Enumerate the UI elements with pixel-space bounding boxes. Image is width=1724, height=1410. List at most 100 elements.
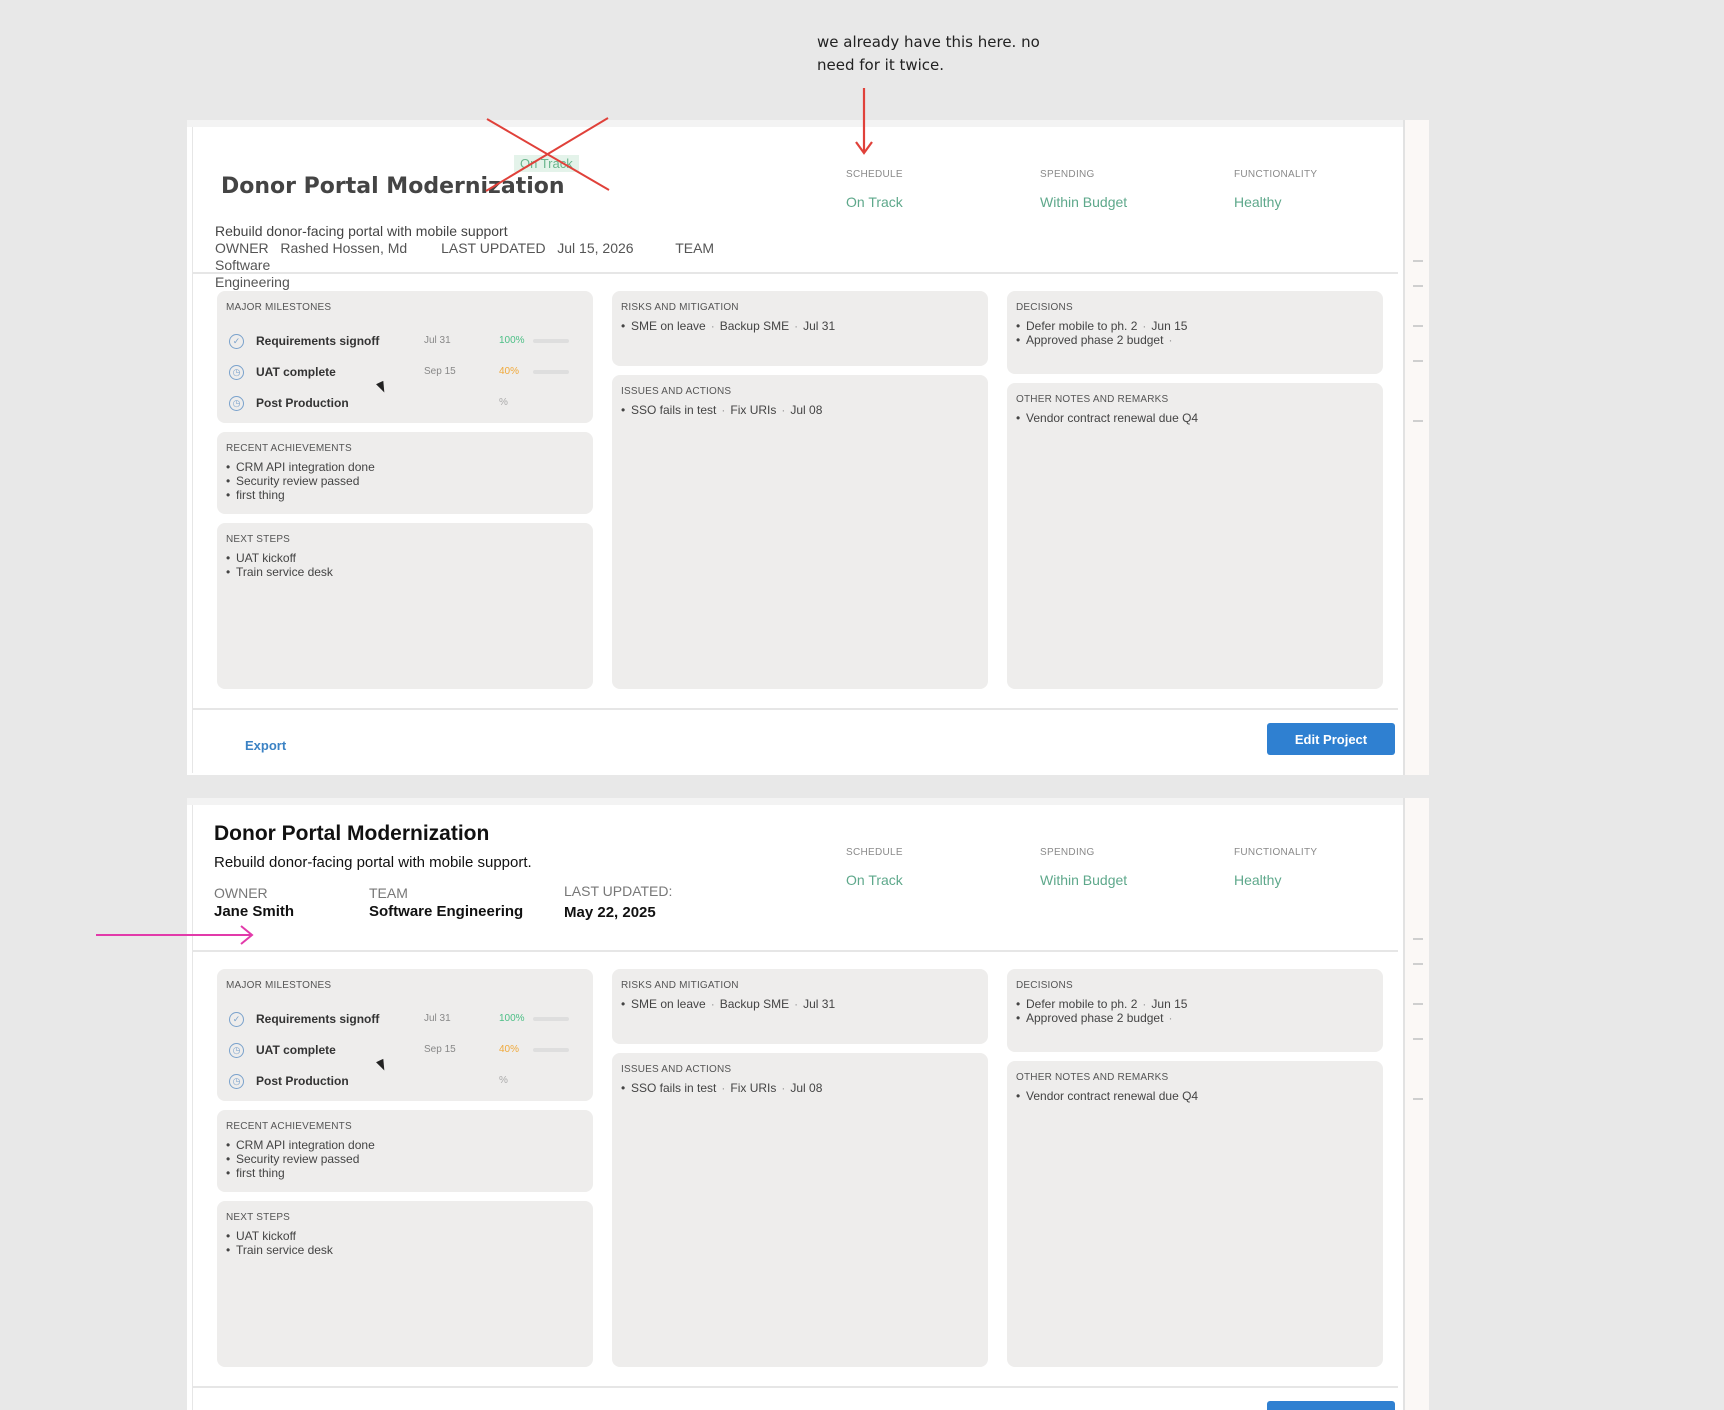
risk-date: Jul 31 (803, 319, 836, 333)
list-item: Approved phase 2 budget· (1016, 333, 1187, 347)
last-updated-field: LAST UPDATED: May 22, 2025 (564, 883, 672, 921)
milestone-date: Sep 15 (424, 366, 456, 377)
issues-panel: ISSUES AND ACTIONS SSO fails in test·Fix… (612, 375, 988, 689)
functionality-label: FUNCTIONALITY (1234, 169, 1318, 180)
milestone-row[interactable]: ◷ Post Production % (229, 1073, 589, 1091)
notes-title: OTHER NOTES AND REMARKS (1016, 394, 1169, 405)
issue-action: Fix URIs (730, 403, 777, 417)
list-item: first thing (226, 488, 375, 502)
decision-date: Jun 15 (1151, 319, 1188, 333)
next-steps-title: NEXT STEPS (226, 1212, 291, 1223)
milestone-percent: 100% (499, 1013, 525, 1024)
schedule-value: On Track (846, 872, 903, 888)
clock-icon: ◷ (229, 396, 244, 411)
spending-status: SPENDING Within Budget (1040, 847, 1127, 888)
team-field: TEAM Software Engineering (369, 885, 523, 920)
functionality-value: Healthy (1234, 194, 1282, 210)
milestone-row[interactable]: ◷ UAT complete Sep 15 40% (229, 364, 589, 382)
team-value: Software (215, 257, 271, 273)
owner-value: Jane Smith (214, 903, 295, 920)
notes-panel: OTHER NOTES AND REMARKS Vendor contract … (1007, 1061, 1383, 1367)
milestone-row[interactable]: ◷ UAT complete Sep 15 40% (229, 1042, 589, 1060)
milestone-percent: % (499, 397, 508, 408)
milestones-panel: MAJOR MILESTONES ✓ Requirements signoff … (217, 969, 593, 1101)
spending-value: Within Budget (1040, 194, 1128, 210)
decisions-title: DECISIONS (1016, 302, 1073, 313)
schedule-label: SCHEDULE (846, 847, 903, 858)
milestone-name: UAT complete (256, 365, 336, 379)
list-item: SSO fails in test·Fix URIs·Jul 08 (621, 1081, 822, 1095)
annotation-note-line1: we already have this here. no (817, 33, 1040, 51)
schedule-value: On Track (846, 194, 903, 210)
issue-text: SSO fails in test (631, 1081, 717, 1095)
list-item: Vendor contract renewal due Q4 (1016, 411, 1198, 425)
decisions-title: DECISIONS (1016, 980, 1073, 991)
side-panel-strip (1403, 798, 1429, 1410)
milestone-row[interactable]: ✓ Requirements signoff Jul 31 100% (229, 1011, 589, 1029)
risks-panel: RISKS AND MITIGATION SME on leave·Backup… (612, 291, 988, 366)
list-item: Defer mobile to ph. 2·Jun 15 (1016, 997, 1187, 1011)
last-updated-label: LAST UPDATED (441, 240, 546, 256)
list-item: Security review passed (226, 474, 375, 488)
risk-mitigation: Backup SME (719, 319, 790, 333)
decision-text: Defer mobile to ph. 2 (1026, 319, 1138, 333)
project-title: Donor Portal Modernization (214, 822, 490, 845)
list-item: Defer mobile to ph. 2·Jun 15 (1016, 319, 1187, 333)
achievements-panel: RECENT ACHIEVEMENTS CRM API integration … (217, 1110, 593, 1192)
issues-panel: ISSUES AND ACTIONS SSO fails in test·Fix… (612, 1053, 988, 1367)
project-title: Donor Portal Modernization (221, 174, 565, 199)
owner-field: OWNER Jane Smith (214, 885, 294, 920)
achievements-list: CRM API integration done Security review… (226, 460, 375, 502)
owner-label: OWNER (214, 885, 268, 901)
spending-status: SPENDING Within Budget (1040, 169, 1127, 210)
milestones-title: MAJOR MILESTONES (226, 980, 332, 991)
spending-label: SPENDING (1040, 847, 1095, 858)
clock-icon: ◷ (229, 1043, 244, 1058)
decision-text: Approved phase 2 budget (1026, 333, 1164, 347)
list-item: CRM API integration done (226, 460, 375, 474)
list-item: UAT kickoff (226, 1229, 333, 1243)
list-item: Vendor contract renewal due Q4 (1016, 1089, 1198, 1103)
milestone-name: UAT complete (256, 1043, 336, 1057)
schedule-label: SCHEDULE (846, 169, 903, 180)
list-item: Approved phase 2 budget· (1016, 1011, 1187, 1025)
list-item: SME on leave·Backup SME·Jul 31 (621, 997, 835, 1011)
schedule-status: SCHEDULE On Track (846, 847, 903, 888)
check-circle-icon: ✓ (229, 1012, 244, 1027)
decision-text: Defer mobile to ph. 2 (1026, 997, 1138, 1011)
side-panel-line (1413, 1003, 1423, 1005)
milestone-date: Sep 15 (424, 1044, 456, 1055)
milestone-date: Jul 31 (424, 1013, 451, 1024)
risk-text: SME on leave (631, 997, 706, 1011)
functionality-label: FUNCTIONALITY (1234, 847, 1318, 858)
milestone-progress-bar (533, 1017, 569, 1021)
milestone-row[interactable]: ✓ Requirements signoff Jul 31 100% (229, 333, 589, 351)
risk-text: SME on leave (631, 319, 706, 333)
issues-title: ISSUES AND ACTIONS (621, 1064, 732, 1075)
decisions-panel: DECISIONS Defer mobile to ph. 2·Jun 15 A… (1007, 291, 1383, 374)
milestone-percent: 40% (499, 1044, 520, 1055)
last-updated-label: LAST UPDATED: (564, 883, 673, 899)
card: Donor Portal Modernization Rebuild donor… (192, 805, 1398, 1410)
next-steps-list: UAT kickoff Train service desk (226, 551, 333, 579)
header-divider (193, 272, 1398, 274)
notes-panel: OTHER NOTES AND REMARKS Vendor contract … (1007, 383, 1383, 689)
spending-label: SPENDING (1040, 169, 1095, 180)
milestone-name: Post Production (256, 1074, 349, 1088)
issue-date: Jul 08 (790, 1081, 823, 1095)
owner-value: Rashed Hossen, Md (280, 240, 408, 256)
milestone-progress-bar (533, 370, 569, 374)
last-updated-value: Jul 15, 2026 (557, 240, 634, 256)
milestone-percent: 100% (499, 335, 525, 346)
risks-list: SME on leave·Backup SME·Jul 31 (621, 997, 835, 1011)
milestone-percent: 40% (499, 366, 520, 377)
edit-project-button[interactable] (1267, 1401, 1395, 1410)
milestone-row[interactable]: ◷ Post Production % (229, 395, 589, 413)
issues-list: SSO fails in test·Fix URIs·Jul 08 (621, 1081, 822, 1095)
team-label: TEAM (369, 885, 408, 901)
list-item: SSO fails in test·Fix URIs·Jul 08 (621, 403, 822, 417)
next-steps-title: NEXT STEPS (226, 534, 291, 545)
schedule-status: SCHEDULE On Track (846, 169, 903, 210)
export-link[interactable]: Export (245, 738, 286, 753)
edit-project-button[interactable]: Edit Project (1267, 723, 1395, 755)
